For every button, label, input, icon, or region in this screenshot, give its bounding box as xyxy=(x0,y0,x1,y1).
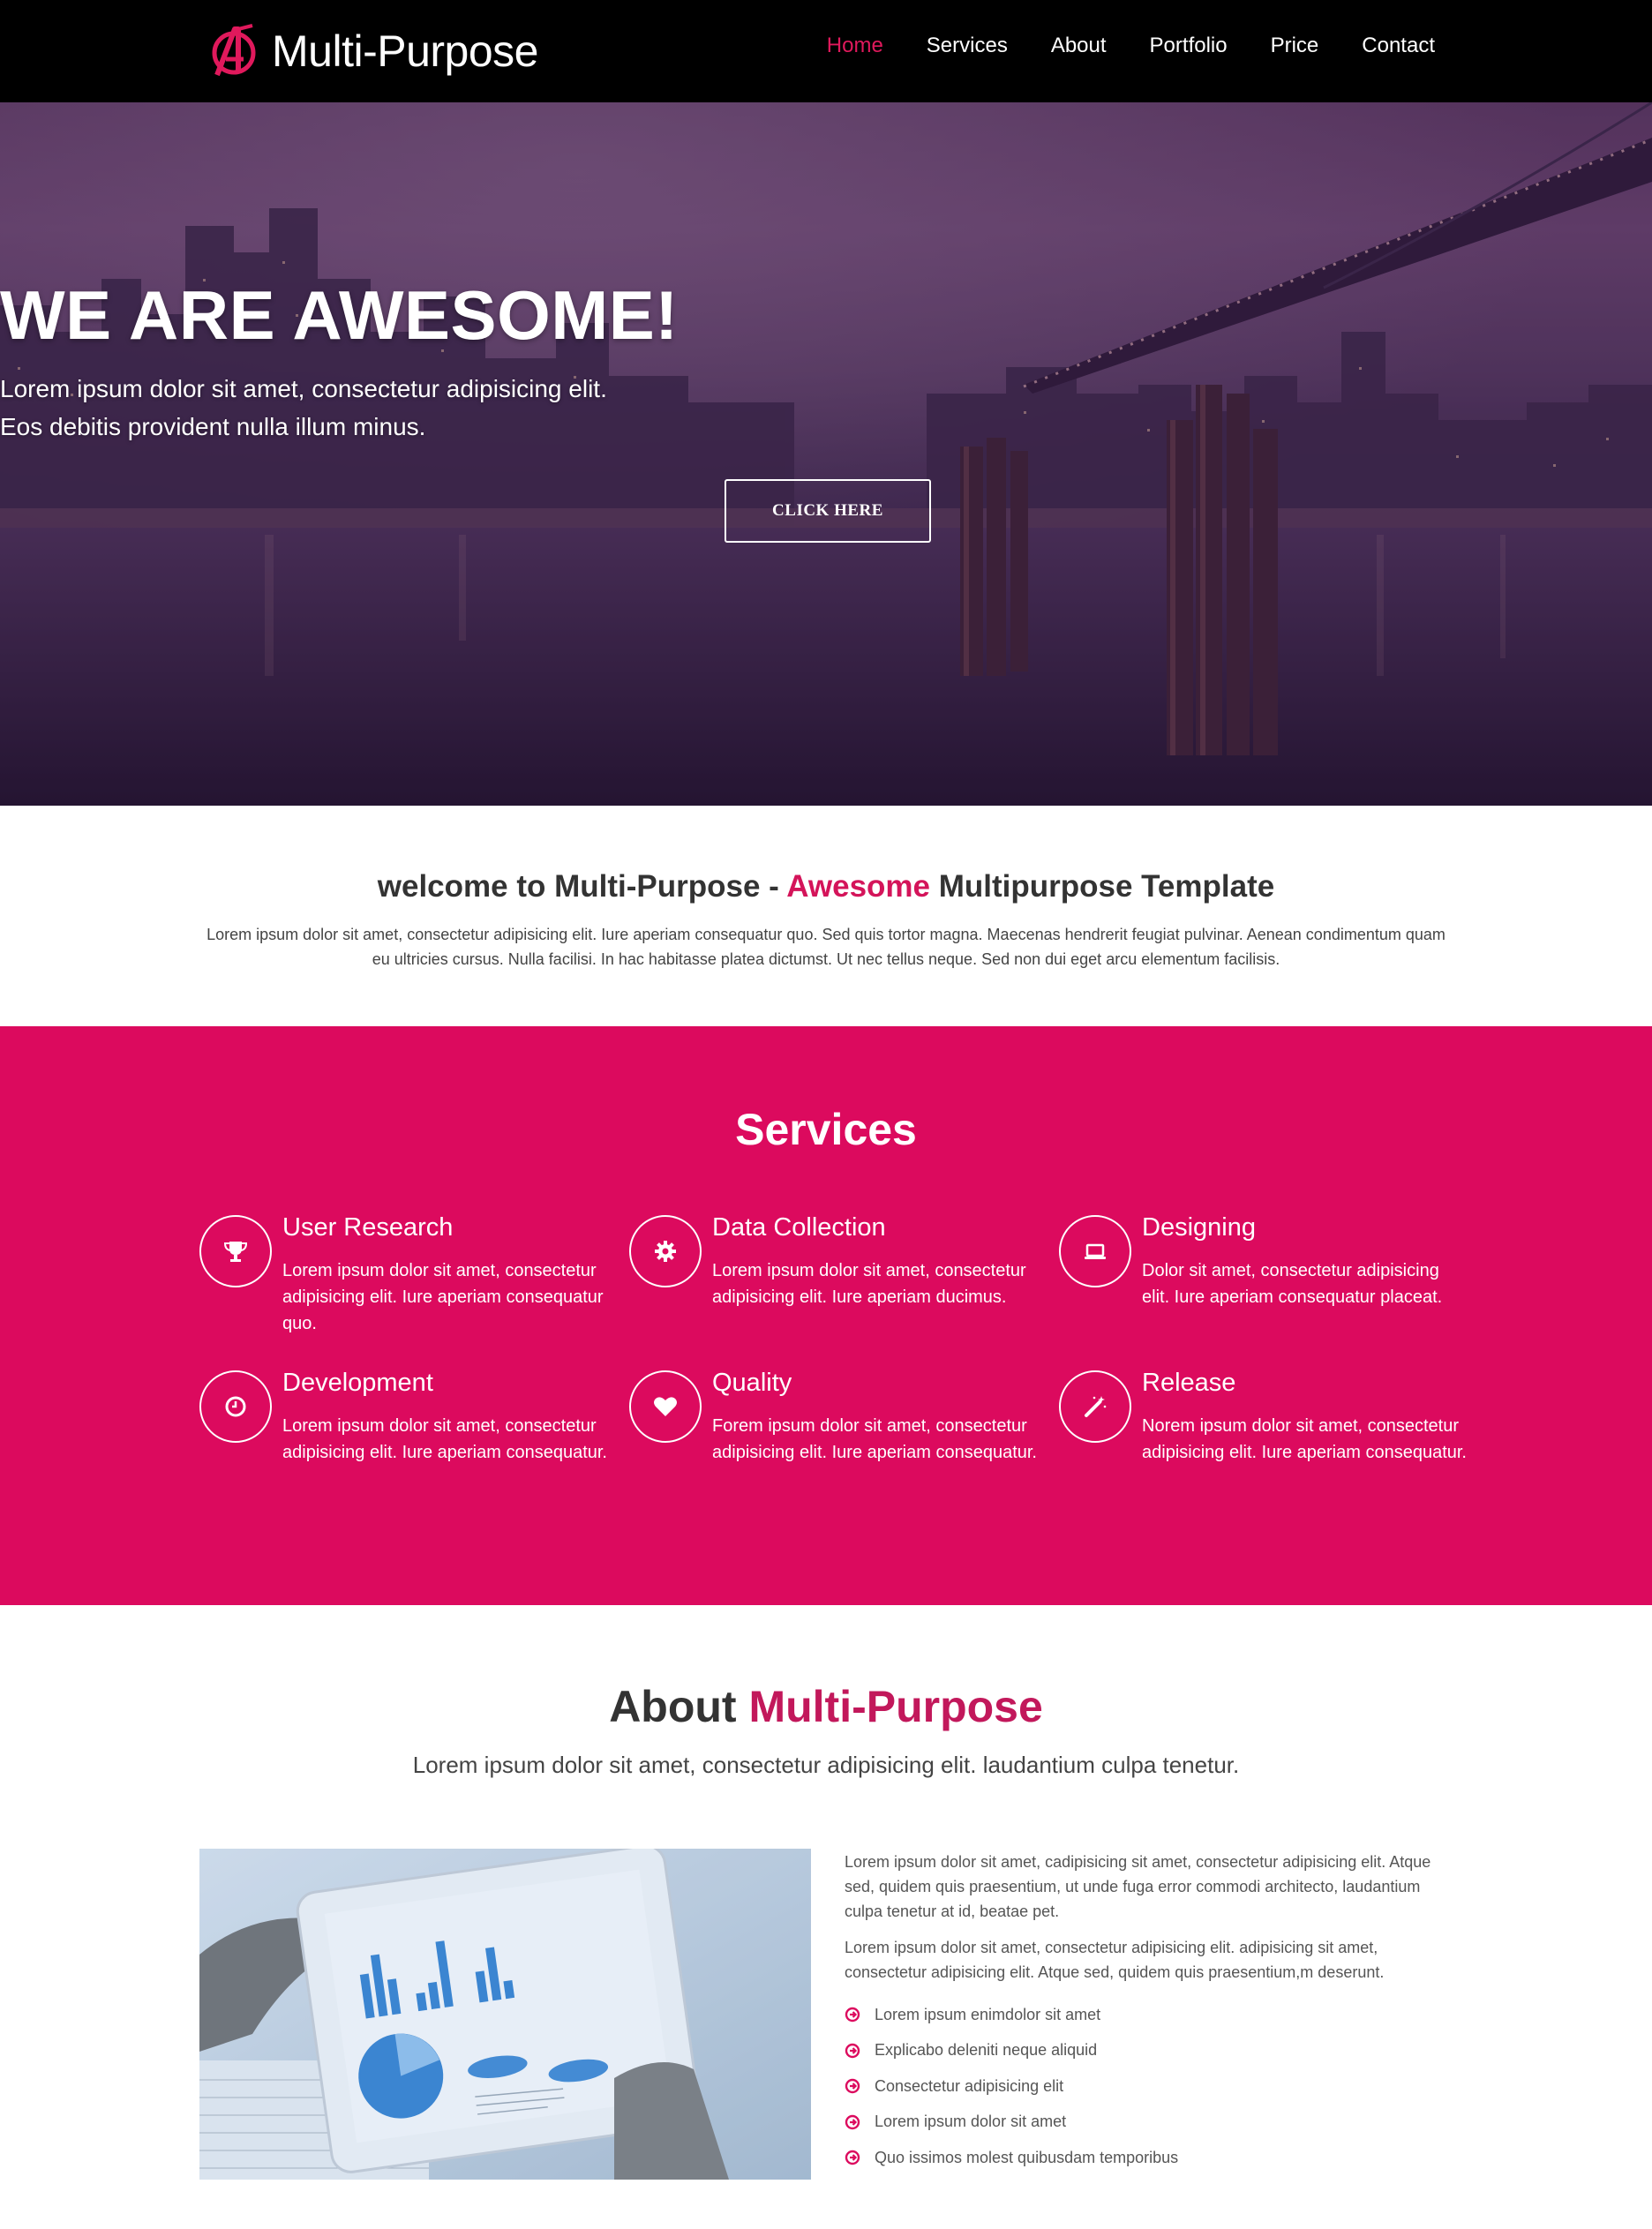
brand-name: Multi-Purpose xyxy=(272,26,538,76)
avengers-logo-icon xyxy=(212,24,256,77)
services-section: Services User Research Lorem ipsum dolor… xyxy=(0,1026,1652,1605)
welcome-title: welcome to Multi-Purpose - Awesome Multi… xyxy=(0,869,1652,904)
service-text: Norem ipsum dolor sit amet, consectetur … xyxy=(1142,1416,1467,1462)
about-title: About Multi-Purpose xyxy=(0,1681,1652,1732)
service-text: Lorem ipsum dolor sit amet, consectetur … xyxy=(712,1261,1026,1307)
heart-icon xyxy=(629,1370,702,1443)
about-paragraph-2: Lorem ipsum dolor sit amet, consectetur … xyxy=(845,1939,1385,1981)
about-subtitle: Lorem ipsum dolor sit amet, consectetur … xyxy=(412,1752,1240,1778)
arrow-circle-right-icon xyxy=(845,2008,860,2023)
main-nav: Home Services About Portfolio Price Cont… xyxy=(784,0,1435,92)
service-text: Lorem ipsum dolor sit amet, consectetur … xyxy=(282,1261,604,1333)
service-item-development: Development Lorem ipsum dolor sit amet, … xyxy=(199,1358,614,1499)
about-title-accent: Multi-Purpose xyxy=(748,1682,1043,1731)
clock-icon xyxy=(199,1370,272,1443)
list-item: Quo issimos molest quibusdam temporibus xyxy=(845,2140,1178,2176)
tablet-analytics-image xyxy=(199,1849,811,2180)
welcome-prefix: welcome to xyxy=(377,869,555,904)
welcome-dash: - xyxy=(760,869,787,904)
arrow-circle-right-icon xyxy=(845,2114,860,2129)
welcome-suffix: Multipurpose Template xyxy=(930,869,1275,904)
magic-wand-icon xyxy=(1059,1370,1131,1443)
service-title: Release xyxy=(1142,1369,1236,1397)
welcome-section: welcome to Multi-Purpose - Awesome Multi… xyxy=(0,806,1652,1026)
nav-portfolio[interactable]: Portfolio xyxy=(1150,34,1228,58)
service-item-designing: Designing Dolor sit amet, consectetur ad… xyxy=(1059,1203,1474,1344)
nav-price[interactable]: Price xyxy=(1271,34,1319,58)
click-here-button[interactable]: CLICK HERE xyxy=(725,479,931,543)
nav-contact[interactable]: Contact xyxy=(1362,34,1435,58)
list-item-text: Explicabo deleniti neque aliquid xyxy=(875,2041,1098,2060)
gear-icon xyxy=(629,1215,702,1287)
about-paragraph-1: Lorem ipsum dolor sit amet, cadipisicing… xyxy=(845,1853,1431,1920)
service-title: Data Collection xyxy=(712,1213,886,1242)
service-item-release: Release Norem ipsum dolor sit amet, cons… xyxy=(1059,1358,1474,1499)
brand-link[interactable]: Multi-Purpose xyxy=(208,16,538,86)
trophy-icon xyxy=(199,1215,272,1287)
service-item-quality: Quality Forem ipsum dolor sit amet, cons… xyxy=(629,1358,1044,1499)
service-text: Dolor sit amet, consectetur adipisicing … xyxy=(1142,1261,1443,1307)
nav-home[interactable]: Home xyxy=(827,34,883,58)
arrow-circle-right-icon xyxy=(845,2043,860,2058)
welcome-accent: Awesome xyxy=(786,869,930,904)
hero-title: WE ARE AWESOME! xyxy=(0,276,679,354)
list-item-text: Consectetur adipisicing elit xyxy=(875,2076,1064,2095)
navbar: Multi-Purpose Home Services About Portfo… xyxy=(0,0,1652,102)
list-item: Explicabo deleniti neque aliquid xyxy=(845,2033,1178,2069)
service-title: Development xyxy=(282,1369,433,1397)
list-item-text: Lorem ipsum dolor sit amet xyxy=(875,2113,1067,2131)
hero-subtitle-line-2: Eos debitis provident nulla illum minus. xyxy=(0,413,426,440)
arrow-circle-right-icon xyxy=(845,2150,860,2165)
list-item: Lorem ipsum enimdolor sit amet xyxy=(845,1997,1178,2033)
arrow-circle-right-icon xyxy=(845,2079,860,2094)
service-item-data-collection: Data Collection Lorem ipsum dolor sit am… xyxy=(629,1203,1044,1344)
service-title: Quality xyxy=(712,1369,792,1397)
hero-section: WE ARE AWESOME! Lorem ipsum dolor sit am… xyxy=(0,102,1652,806)
nav-services[interactable]: Services xyxy=(927,34,1008,58)
list-item: Consectetur adipisicing elit xyxy=(845,2068,1178,2105)
service-text: Lorem ipsum dolor sit amet, consectetur … xyxy=(282,1416,607,1462)
service-title: Designing xyxy=(1142,1213,1256,1242)
service-title: User Research xyxy=(282,1213,454,1242)
list-item-text: Quo issimos molest quibusdam temporibus xyxy=(875,2148,1179,2166)
services-title: Services xyxy=(735,1105,917,1154)
list-item-text: Lorem ipsum enimdolor sit amet xyxy=(875,2005,1101,2023)
about-feature-list: Lorem ipsum enimdolor sit amet Explicabo… xyxy=(845,1997,1178,2176)
about-section: About Multi-Purpose Lorem ipsum dolor si… xyxy=(0,1605,1652,2229)
hero-city-bridge-image xyxy=(0,102,1652,806)
about-title-prefix: About xyxy=(609,1682,749,1731)
laptop-icon xyxy=(1059,1215,1131,1287)
list-item: Lorem ipsum dolor sit amet xyxy=(845,2105,1178,2141)
nav-about[interactable]: About xyxy=(1051,34,1107,58)
welcome-brand: Multi-Purpose xyxy=(554,869,761,904)
hero-subtitle-line-1: Lorem ipsum dolor sit amet, consectetur … xyxy=(0,375,607,402)
service-item-user-research: User Research Lorem ipsum dolor sit amet… xyxy=(199,1203,614,1344)
welcome-text: Lorem ipsum dolor sit amet, consectetur … xyxy=(206,926,1446,968)
service-text: Forem ipsum dolor sit amet, consectetur … xyxy=(712,1416,1037,1462)
